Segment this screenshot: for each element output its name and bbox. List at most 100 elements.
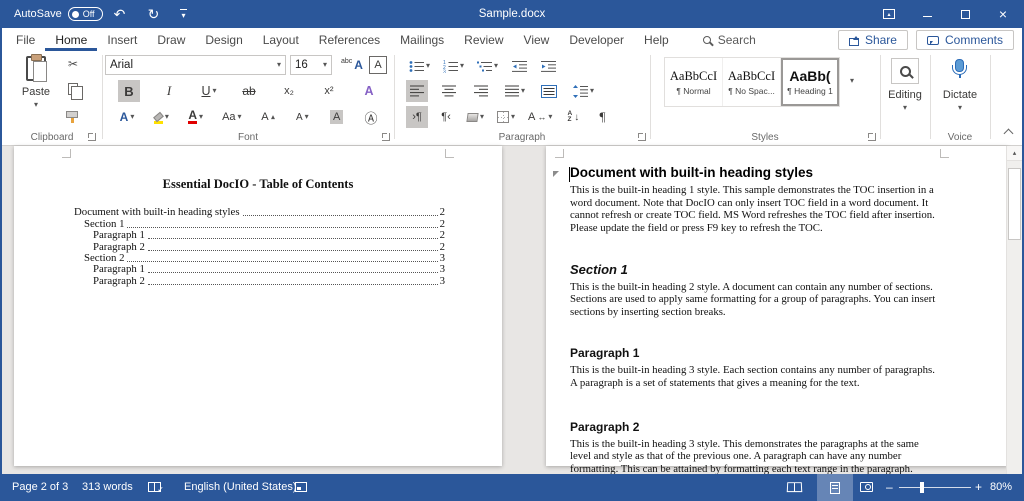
redo-icon[interactable]: ↻ xyxy=(137,6,171,23)
word-count[interactable]: 313 words xyxy=(82,481,133,493)
align-right-button[interactable] xyxy=(470,80,492,102)
share-button[interactable]: Share xyxy=(838,30,908,50)
align-center-button[interactable] xyxy=(438,80,460,102)
read-mode-icon[interactable] xyxy=(787,482,802,495)
left-to-right-button[interactable]: ›¶ xyxy=(406,106,428,128)
toc-entry[interactable]: Section 23 xyxy=(74,253,445,264)
bold-button[interactable]: B xyxy=(118,80,140,102)
zoom-level[interactable]: 80% xyxy=(990,481,1012,493)
enclose-characters-button[interactable]: Ⓐ xyxy=(360,106,382,128)
search-box[interactable]: Search xyxy=(703,28,756,51)
align-left-button[interactable] xyxy=(406,80,428,102)
borders-button[interactable]: ▾ xyxy=(494,106,518,128)
toc-entry[interactable]: Paragraph 13 xyxy=(74,264,445,275)
tab-layout[interactable]: Layout xyxy=(253,28,309,51)
styles-dialog-launcher-icon[interactable] xyxy=(868,133,876,141)
macro-recording-icon[interactable] xyxy=(295,482,307,495)
scroll-up-icon[interactable]: ▴ xyxy=(1007,146,1022,161)
proofing-status-icon[interactable]: ✓ xyxy=(148,482,161,495)
zoom-out-icon[interactable]: – xyxy=(886,480,893,494)
clipboard-dialog-launcher-icon[interactable] xyxy=(88,133,96,141)
comments-button[interactable]: Comments xyxy=(916,30,1014,50)
autosave-switch[interactable]: Off xyxy=(68,7,103,21)
close-icon[interactable]: × xyxy=(984,0,1022,28)
increase-indent-button[interactable] xyxy=(537,55,559,77)
style-heading1[interactable]: AaBb( ¶ Heading 1 xyxy=(781,58,839,106)
scrollbar-thumb[interactable] xyxy=(1008,168,1021,240)
paste-button[interactable]: Paste ▾ xyxy=(14,56,58,109)
grow-font-button[interactable]: A▾ xyxy=(257,106,279,128)
font-dialog-launcher-icon[interactable] xyxy=(382,133,390,141)
style-normal[interactable]: AaBbCcI ¶ Normal xyxy=(665,58,723,106)
page-2[interactable]: Document with built-in heading styles Th… xyxy=(546,146,1008,466)
highlight-color-button[interactable]: ▾ xyxy=(150,106,172,128)
tab-file[interactable]: File xyxy=(6,28,45,51)
character-scaling-button[interactable]: A↔▾ xyxy=(525,106,555,128)
multilevel-list-button[interactable]: ▾ xyxy=(474,55,501,77)
tab-design[interactable]: Design xyxy=(195,28,252,51)
vertical-scrollbar[interactable]: ▴ xyxy=(1006,146,1022,474)
toc-entry[interactable]: Section 12 xyxy=(74,218,445,229)
tab-view[interactable]: View xyxy=(514,28,560,51)
tab-help[interactable]: Help xyxy=(634,28,679,51)
italic-button[interactable]: I xyxy=(158,80,180,102)
show-hide-formatting-button[interactable]: ¶ xyxy=(591,106,613,128)
strikethrough-button[interactable]: ab xyxy=(238,80,260,102)
line-spacing-button[interactable]: ▾ xyxy=(570,80,597,102)
phonetic-guide-button[interactable]: abcA xyxy=(338,54,366,76)
font-name-combobox[interactable]: Arial ▾ xyxy=(105,55,286,75)
tab-draw[interactable]: Draw xyxy=(147,28,195,51)
sort-button[interactable]: AZ↓ xyxy=(562,106,584,128)
font-color-button[interactable]: A▾ xyxy=(185,106,207,128)
heading-collapse-icon[interactable] xyxy=(553,171,559,177)
change-case-button[interactable]: Aa▾ xyxy=(219,106,244,128)
tab-references[interactable]: References xyxy=(309,28,390,51)
right-to-left-button[interactable]: ¶‹ xyxy=(435,106,457,128)
quick-access-customize-icon[interactable]: ▾ xyxy=(171,9,197,20)
zoom-slider-handle[interactable] xyxy=(920,482,924,493)
font-size-combobox[interactable]: 16 ▾ xyxy=(290,55,332,75)
underline-button[interactable]: U▾ xyxy=(198,80,220,102)
styles-gallery-more-icon[interactable]: ▾ xyxy=(850,77,854,85)
tab-insert[interactable]: Insert xyxy=(97,28,147,51)
undo-icon[interactable]: ↶ xyxy=(103,6,137,23)
tab-developer[interactable]: Developer xyxy=(559,28,634,51)
bullets-button[interactable]: ▾ xyxy=(406,55,433,77)
collapse-ribbon-icon[interactable] xyxy=(1004,129,1014,139)
justify-button[interactable]: ▾ xyxy=(502,80,528,102)
toc-entry[interactable]: Paragraph 22 xyxy=(74,241,445,252)
toc-entry[interactable]: Paragraph 12 xyxy=(74,230,445,241)
minimize-icon[interactable] xyxy=(908,0,946,28)
style-no-spacing[interactable]: AaBbCcI ¶ No Spac... xyxy=(723,58,781,106)
paragraph-dialog-launcher-icon[interactable] xyxy=(638,133,646,141)
print-layout-icon[interactable] xyxy=(817,474,853,501)
autosave-toggle[interactable]: AutoSave Off xyxy=(14,7,103,21)
format-painter-icon[interactable] xyxy=(66,111,78,118)
tab-home[interactable]: Home xyxy=(45,28,97,51)
maximize-icon[interactable] xyxy=(946,0,984,28)
shrink-font-button[interactable]: A▾ xyxy=(291,106,313,128)
distribute-text-button[interactable] xyxy=(538,80,560,102)
page-indicator[interactable]: Page 2 of 3 xyxy=(12,481,68,493)
accent-color-button[interactable]: A▾ xyxy=(116,106,138,128)
copy-icon[interactable] xyxy=(68,83,78,95)
web-layout-icon[interactable] xyxy=(860,482,873,495)
language-indicator[interactable]: English (United States) xyxy=(184,481,297,493)
toc-entry[interactable]: Paragraph 23 xyxy=(74,275,445,286)
character-border-button[interactable]: A xyxy=(366,54,390,76)
page-1[interactable]: Essential DocIO - Table of Contents Docu… xyxy=(14,146,502,466)
zoom-in-icon[interactable]: + xyxy=(975,480,982,494)
shading-button[interactable]: ▾ xyxy=(464,106,487,128)
toc-entry[interactable]: Document with built-in heading styles2 xyxy=(74,207,445,218)
tab-mailings[interactable]: Mailings xyxy=(390,28,454,51)
decrease-indent-button[interactable] xyxy=(508,55,530,77)
subscript-button[interactable]: x₂ xyxy=(278,80,300,102)
ribbon-display-options-icon[interactable]: ▴ xyxy=(870,0,908,28)
text-effects-button[interactable]: A xyxy=(358,80,380,102)
cut-icon[interactable]: ✂ xyxy=(68,57,78,71)
zoom-slider-track[interactable] xyxy=(899,487,971,488)
superscript-button[interactable]: x² xyxy=(318,80,340,102)
character-shading-button[interactable]: A xyxy=(326,106,348,128)
tab-review[interactable]: Review xyxy=(454,28,513,51)
numbering-button[interactable]: 123 ▾ xyxy=(440,55,467,77)
